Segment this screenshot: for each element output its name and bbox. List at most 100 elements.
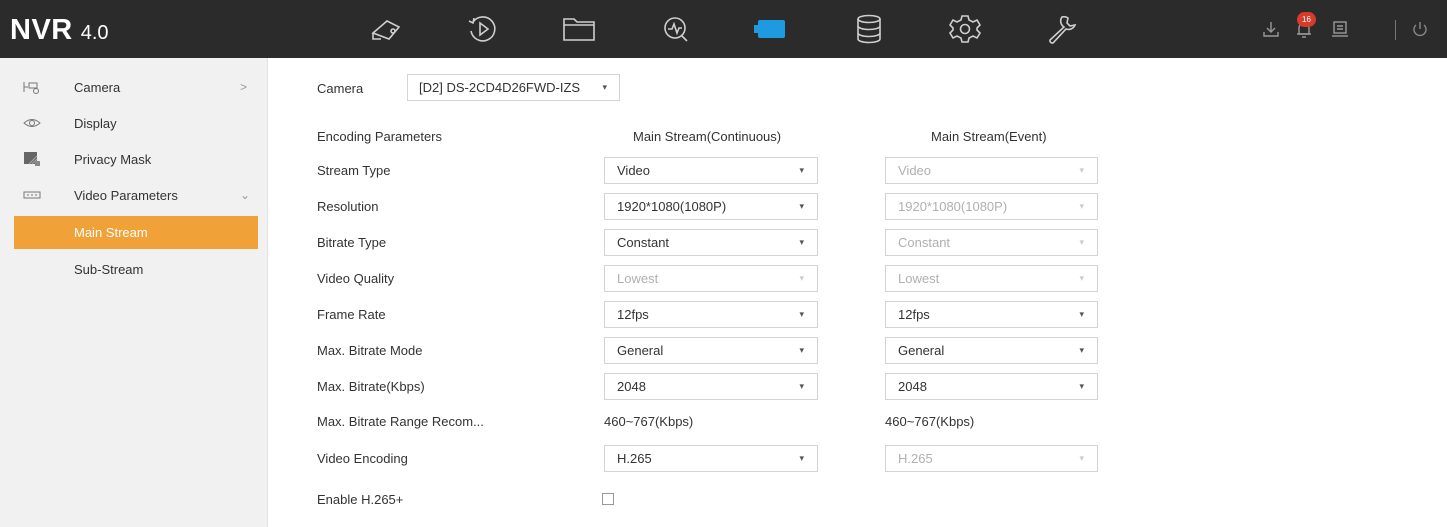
chevron-down-icon: ▾	[1079, 345, 1084, 355]
enable-h265plus-label: Enable H.265+	[317, 492, 404, 507]
chevron-down-icon: ⌄	[240, 188, 251, 202]
select-value: Lowest	[898, 271, 940, 286]
select-value: H.265	[617, 451, 652, 466]
chevron-right-icon: >	[240, 80, 248, 94]
eye-icon	[23, 119, 41, 127]
bitrate-type-label: Bitrate Type	[317, 235, 387, 250]
chevron-down-icon: ▾	[799, 345, 804, 355]
system-settings-icon[interactable]	[945, 11, 985, 47]
storage-icon[interactable]	[849, 11, 889, 47]
select-value: General	[898, 343, 945, 358]
frame-rate-continuous-select[interactable]: 12fps ▾	[604, 301, 818, 328]
chevron-down-icon: ▾	[799, 309, 804, 319]
stream-type-continuous-select[interactable]: Video ▾	[604, 157, 818, 184]
select-value: 2048	[898, 379, 927, 394]
select-value: 1920*1080(1080P)	[617, 199, 727, 214]
select-value: Lowest	[617, 271, 659, 286]
camera-list-icon	[23, 82, 39, 94]
main-stream-event-header: Main Stream(Event)	[931, 129, 1047, 144]
max-bitrate-label: Max. Bitrate(Kbps)	[317, 379, 425, 394]
sidebar-item-display[interactable]: Display	[0, 106, 268, 140]
chevron-down-icon: ▾	[1079, 165, 1084, 175]
max-bitrate-range-label: Max. Bitrate Range Recom...	[317, 414, 484, 429]
video-encoding-label: Video Encoding	[317, 451, 408, 466]
stream-type-label: Stream Type	[317, 163, 391, 178]
bitrate-type-event-select: Constant ▾	[885, 229, 1098, 256]
top-bar: NVR 4.0 16	[0, 0, 1447, 58]
file-management-icon[interactable]	[559, 11, 599, 47]
max-bitrate-mode-label: Max. Bitrate Mode	[317, 343, 423, 358]
video-parameters-icon	[23, 191, 41, 199]
chevron-down-icon: ▾	[799, 165, 804, 175]
camera-select[interactable]: [D2] DS-2CD4D26FWD-IZS ▾	[407, 74, 620, 101]
chevron-down-icon: ▾	[1079, 309, 1084, 319]
select-value: Video	[898, 163, 932, 178]
max-bitrate-range-event: 460~767(Kbps)	[885, 414, 975, 429]
video-quality-event-select: Lowest ▾	[885, 265, 1098, 292]
chevron-down-icon: ▾	[799, 273, 804, 283]
chevron-down-icon: ▾	[1079, 381, 1084, 391]
topbar-separator	[1395, 20, 1396, 40]
bitrate-type-continuous-select[interactable]: Constant ▾	[604, 229, 818, 256]
frame-rate-label: Frame Rate	[317, 307, 386, 322]
notification-badge: 16	[1297, 12, 1316, 27]
video-encoding-event-select: H.265 ▾	[885, 445, 1098, 472]
camera-select-value: [D2] DS-2CD4D26FWD-IZS	[419, 80, 581, 95]
camera-icon[interactable]	[752, 11, 792, 47]
sidebar-subitem-sub-stream[interactable]: Sub-Stream	[0, 252, 268, 286]
maintenance-icon[interactable]	[1040, 11, 1080, 47]
logo-text: NVR	[10, 14, 73, 46]
sidebar: Camera > Display Privacy Mask Video Para…	[0, 58, 268, 527]
app-logo: NVR 4.0	[10, 14, 109, 46]
sidebar-item-privacy-mask[interactable]: Privacy Mask	[0, 142, 268, 176]
sidebar-item-label: Display	[74, 115, 117, 131]
select-value: H.265	[898, 451, 933, 466]
frame-rate-event-select[interactable]: 12fps ▾	[885, 301, 1098, 328]
sidebar-item-video-parameters[interactable]: Video Parameters ⌄	[0, 178, 268, 212]
select-value: Video	[617, 163, 651, 178]
chevron-down-icon: ▾	[602, 82, 607, 92]
resolution-label: Resolution	[317, 199, 379, 214]
stream-type-event-select: Video ▾	[885, 157, 1098, 184]
chevron-down-icon: ▾	[1079, 453, 1084, 463]
logo-version: 4.0	[80, 22, 109, 44]
download-icon[interactable]	[1260, 18, 1282, 40]
video-encoding-continuous-select[interactable]: H.265 ▾	[604, 445, 818, 472]
max-bitrate-mode-continuous-select[interactable]: General ▾	[604, 337, 818, 364]
chevron-down-icon: ▾	[1079, 273, 1084, 283]
chevron-down-icon: ▾	[799, 237, 804, 247]
select-value: 12fps	[617, 307, 649, 322]
sidebar-item-camera[interactable]: Camera >	[0, 70, 268, 104]
select-value: Constant	[617, 235, 670, 250]
select-value: General	[617, 343, 664, 358]
sidebar-item-label: Camera	[74, 79, 121, 95]
sidebar-subitem-main-stream[interactable]: Main Stream	[14, 216, 258, 249]
encoding-parameters-header: Encoding Parameters	[317, 129, 443, 144]
max-bitrate-event-select[interactable]: 2048 ▾	[885, 373, 1098, 400]
live-view-icon[interactable]	[367, 11, 407, 47]
camera-label: Camera	[317, 81, 364, 96]
sidebar-subitem-label: Sub-Stream	[74, 261, 144, 277]
resolution-continuous-select[interactable]: 1920*1080(1080P) ▾	[604, 193, 818, 220]
sidebar-item-label: Privacy Mask	[74, 151, 152, 167]
resolution-event-select: 1920*1080(1080P) ▾	[885, 193, 1098, 220]
max-bitrate-range-continuous: 460~767(Kbps)	[604, 414, 694, 429]
main-panel: Camera [D2] DS-2CD4D26FWD-IZS ▾ Encoding…	[269, 58, 1447, 527]
max-bitrate-mode-event-select[interactable]: General ▾	[885, 337, 1098, 364]
chevron-down-icon: ▾	[799, 201, 804, 211]
video-quality-continuous-select: Lowest ▾	[604, 265, 818, 292]
select-value: Constant	[898, 235, 951, 250]
select-value: 12fps	[898, 307, 930, 322]
select-value: 1920*1080(1080P)	[898, 199, 1008, 214]
select-value: 2048	[617, 379, 646, 394]
power-icon[interactable]	[1409, 18, 1431, 40]
chevron-down-icon: ▾	[799, 381, 804, 391]
enable-h265plus-checkbox[interactable]	[602, 493, 614, 505]
smart-analysis-icon[interactable]	[656, 11, 696, 47]
max-bitrate-continuous-select[interactable]: 2048 ▾	[604, 373, 818, 400]
sidebar-item-label: Video Parameters	[74, 187, 178, 203]
chevron-down-icon: ▾	[1079, 201, 1084, 211]
chevron-down-icon: ▾	[799, 453, 804, 463]
playback-icon[interactable]	[463, 11, 503, 47]
export-icon[interactable]	[1329, 18, 1351, 40]
